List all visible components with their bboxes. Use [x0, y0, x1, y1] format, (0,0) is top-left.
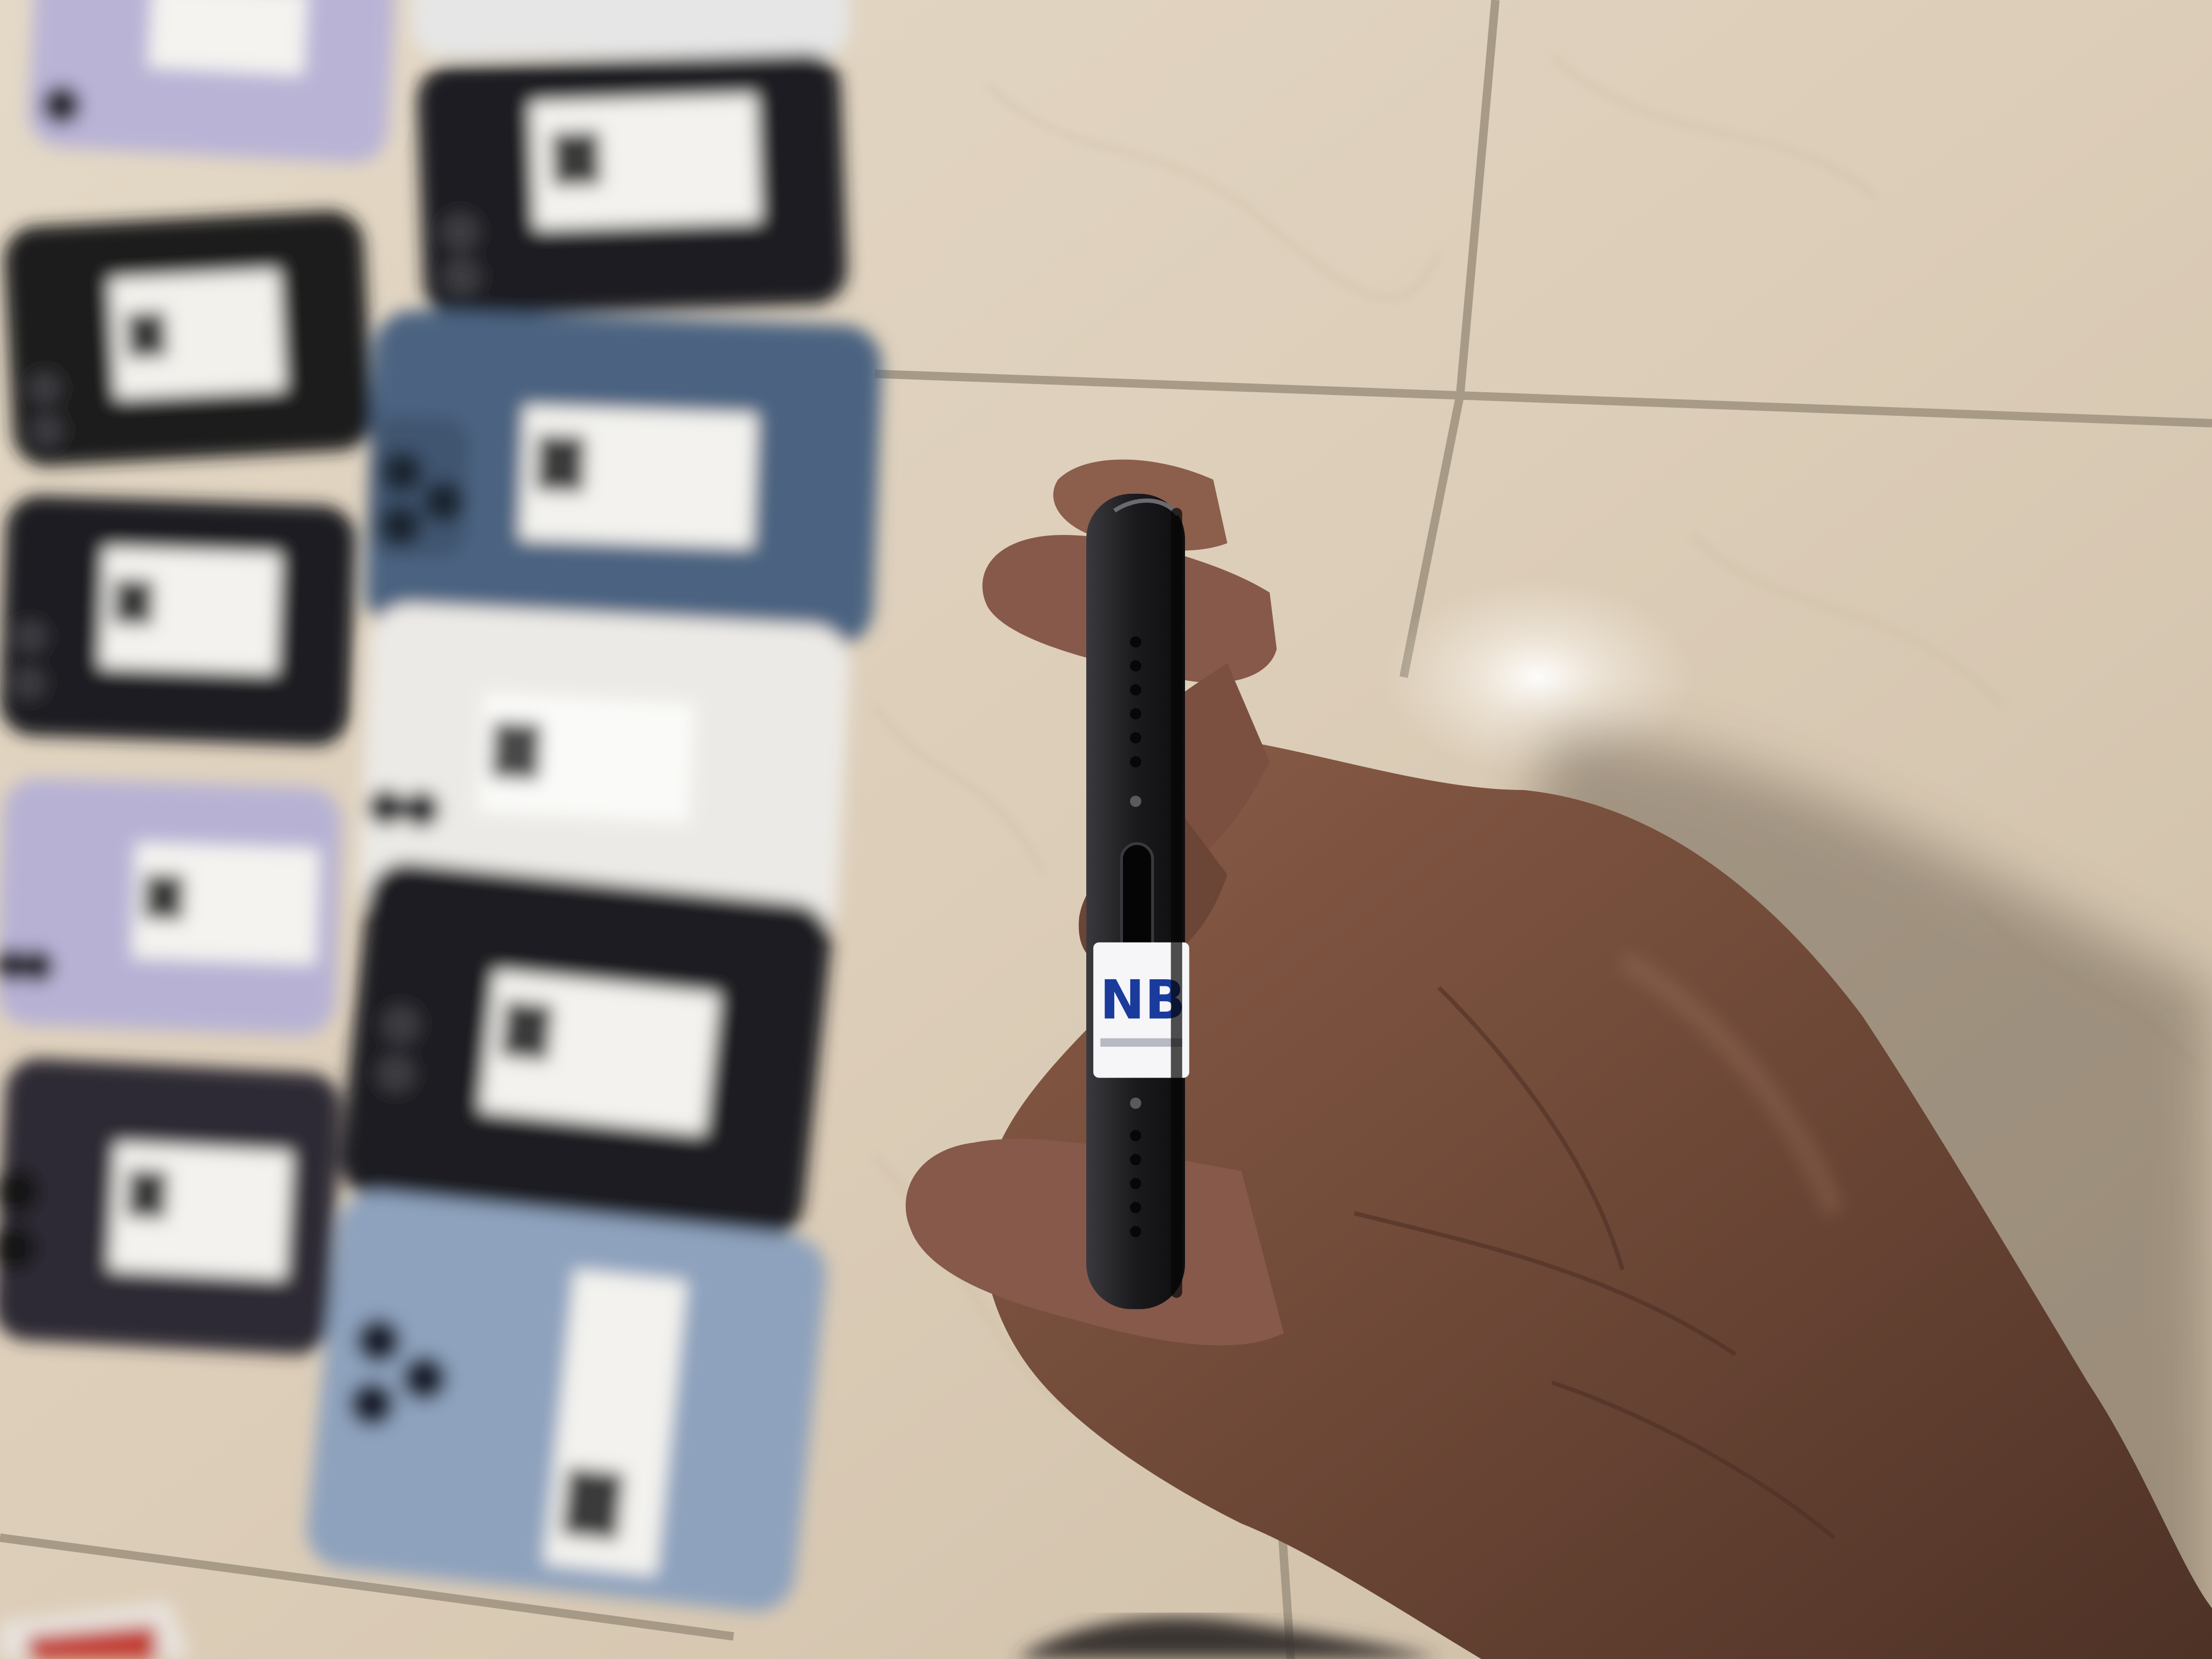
black-phone-4: [340, 862, 831, 1240]
sierra-blue-phone: [306, 1192, 827, 1612]
deep-purple-phone: [0, 1058, 341, 1355]
purple-phone-top: [29, 0, 395, 163]
pentalobe-screw-top: [1130, 795, 1142, 807]
black-phone-3: [0, 495, 356, 746]
pentalobe-screw-bottom: [1130, 1097, 1142, 1109]
purple-phone-left: [0, 778, 342, 1035]
black-phone-2: [4, 211, 373, 466]
pacific-blue-phone: [365, 310, 882, 647]
white-phone-top: [411, 0, 849, 57]
photo-scene: NB: [0, 0, 2212, 1659]
black-phone-1: [417, 53, 847, 317]
held-phone: NB: [1086, 494, 1189, 1310]
